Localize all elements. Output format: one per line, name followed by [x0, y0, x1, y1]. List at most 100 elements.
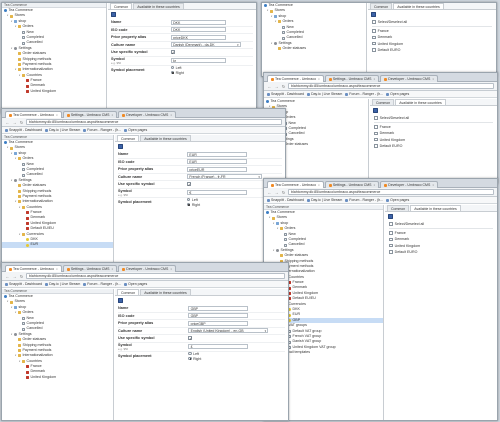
alias-input[interactable]: priceGBP	[188, 320, 249, 326]
forward-icon[interactable]: →	[12, 274, 17, 279]
select-all-checkbox[interactable]	[372, 20, 376, 24]
address-bar[interactable]: blahtommy.dk:85/umbraco/umbraco.aspx#tea…	[26, 119, 282, 125]
symbol-input[interactable]: €	[186, 190, 247, 195]
browser-tab[interactable]: Developer - Umbraco CMS ×	[118, 265, 177, 272]
country-item-default-euro[interactable]: Default EURO	[374, 143, 493, 149]
placement-right[interactable]: Right	[186, 202, 200, 207]
bookmark[interactable]: Forum - Ranger - (h...	[83, 128, 121, 132]
bookmark[interactable]: Open pages	[386, 92, 409, 96]
country-checkbox[interactable]	[374, 131, 378, 136]
radio-left[interactable]	[186, 197, 191, 202]
tab-countries[interactable]: Available in these countries	[133, 3, 184, 9]
address-bar[interactable]: blahtommy.dk:85/umbraco/umbraco.aspx#tea…	[288, 83, 494, 89]
tab-common[interactable]: Common	[372, 99, 395, 105]
browser-tab[interactable]: Developer - Umbraco CMS ×	[118, 111, 177, 118]
tab-common[interactable]: Common	[387, 205, 410, 211]
country-checkbox[interactable]	[372, 35, 376, 40]
reload-icon[interactable]: ↻	[281, 190, 286, 195]
country-item-default-euro[interactable]: Default EURO	[389, 249, 493, 255]
name-input[interactable]: GBP	[188, 305, 249, 311]
culture-select[interactable]: English (United Kingdom) - en-GB	[188, 328, 269, 334]
country-checkbox[interactable]	[389, 243, 393, 248]
alias-input[interactable]: priceEUR	[186, 166, 247, 172]
back-icon[interactable]: ←	[5, 120, 10, 125]
tree-node-united-kingdom[interactable]: United Kingdom	[2, 375, 113, 380]
bookmark[interactable]: Day.io | Live Stream	[307, 92, 342, 96]
tree-node-eur[interactable]: EUR	[2, 242, 113, 248]
bookmark[interactable]: Day.io | Live Stream	[45, 282, 80, 286]
use-symbol-checkbox[interactable]	[186, 182, 191, 187]
placement-left[interactable]: Left	[188, 352, 201, 356]
tab-common[interactable]: Common	[117, 135, 140, 141]
browser-tab[interactable]: Developer - Umbraco CMS ×	[380, 181, 439, 188]
browser-tab[interactable]: Tea Commerce - Umbraco ×	[5, 111, 62, 118]
save-button[interactable]	[111, 11, 116, 17]
country-checkbox[interactable]	[372, 41, 376, 46]
placement-right[interactable]: Right	[170, 70, 184, 75]
tab-countries[interactable]: Available in these countries	[393, 3, 444, 9]
save-button[interactable]	[373, 107, 378, 113]
alias-input[interactable]: priceDKK	[170, 34, 226, 40]
browser-tab[interactable]: Settings - Umbraco CMS ×	[62, 265, 118, 272]
tree-node-order-statuses[interactable]: Order statuses	[262, 46, 366, 51]
tab-common[interactable]: Common	[370, 3, 393, 9]
radio-left[interactable]	[170, 65, 175, 70]
bookmark[interactable]: Snappitt - Dashboard	[267, 92, 304, 96]
save-button[interactable]	[371, 11, 376, 17]
browser-tab[interactable]: Tea Commerce - Umbraco ×	[267, 75, 324, 82]
tree-node-united-kingdom[interactable]: United Kingdom	[2, 89, 106, 94]
radio-left[interactable]	[188, 351, 192, 356]
bookmark[interactable]: Forum - Ranger - (h...	[345, 92, 383, 96]
reload-icon[interactable]: ↻	[19, 274, 24, 279]
use-symbol-checkbox[interactable]	[188, 336, 192, 341]
placement-left[interactable]: Left	[186, 197, 200, 202]
name-input[interactable]: DKK	[170, 19, 226, 25]
country-checkbox[interactable]	[372, 48, 376, 52]
tab-countries[interactable]: Available in these countries	[140, 289, 191, 295]
browser-tab[interactable]: Tea Commerce - Umbraco ×	[5, 265, 62, 272]
use-symbol-checkbox[interactable]	[170, 50, 175, 55]
symbol-input[interactable]: kr	[170, 58, 226, 63]
address-bar[interactable]: blahtommy.dk:85/umbraco/umbraco.aspx#tea…	[288, 189, 494, 195]
browser-tab[interactable]: Settings - Umbraco CMS ×	[324, 181, 380, 188]
browser-tab[interactable]: Developer - Umbraco CMS ×	[380, 75, 439, 82]
symbol-input[interactable]: £	[188, 344, 249, 349]
select-all-item[interactable]: Select/Deselect all	[372, 19, 492, 25]
tab-countries[interactable]: Available in these countries	[140, 135, 191, 141]
save-button[interactable]	[388, 213, 393, 219]
address-bar[interactable]: blahtommy.dk:85/umbraco/umbraco.aspx#tea…	[26, 273, 285, 279]
tab-countries[interactable]: Available in these countries	[410, 205, 461, 211]
country-checkbox[interactable]	[389, 250, 393, 254]
tab-common[interactable]: Common	[110, 3, 133, 9]
save-button[interactable]	[118, 297, 123, 303]
bookmark[interactable]: Day.io | Live Stream	[307, 198, 342, 202]
country-checkbox[interactable]	[374, 144, 378, 148]
country-checkbox[interactable]	[374, 137, 378, 142]
save-button[interactable]	[118, 143, 123, 149]
select-all-item[interactable]: Select/Deselect all	[374, 115, 493, 121]
bookmark[interactable]: Open pages	[124, 128, 147, 132]
name-input[interactable]: EUR	[186, 151, 247, 157]
radio-right[interactable]	[188, 356, 192, 361]
country-item-default-euro[interactable]: Default EURO	[372, 47, 492, 53]
iso-input[interactable]: EUR	[186, 159, 247, 165]
country-checkbox[interactable]	[372, 29, 376, 34]
placement-right[interactable]: Right	[188, 357, 201, 361]
radio-right[interactable]	[170, 70, 175, 75]
back-icon[interactable]: ←	[267, 84, 272, 89]
radio-right[interactable]	[186, 202, 191, 207]
tab-common[interactable]: Common	[117, 289, 140, 295]
tab-countries[interactable]: Available in these countries	[395, 99, 446, 105]
select-all-checkbox[interactable]	[389, 222, 393, 226]
bookmark[interactable]: Snappitt - Dashboard	[5, 282, 42, 286]
reload-icon[interactable]: ↻	[281, 84, 286, 89]
reload-icon[interactable]: ↻	[19, 120, 24, 125]
bookmark[interactable]: Day.io | Live Stream	[45, 128, 80, 132]
back-icon[interactable]: ←	[5, 274, 10, 279]
browser-tab[interactable]: Tea Commerce - Umbraco ×	[267, 181, 324, 188]
iso-input[interactable]: DKK	[170, 27, 226, 33]
country-checkbox[interactable]	[389, 231, 393, 236]
bookmark[interactable]: Open pages	[386, 198, 409, 202]
country-checkbox[interactable]	[389, 237, 393, 242]
culture-select[interactable]: French (France) - fr-FR	[186, 174, 262, 180]
